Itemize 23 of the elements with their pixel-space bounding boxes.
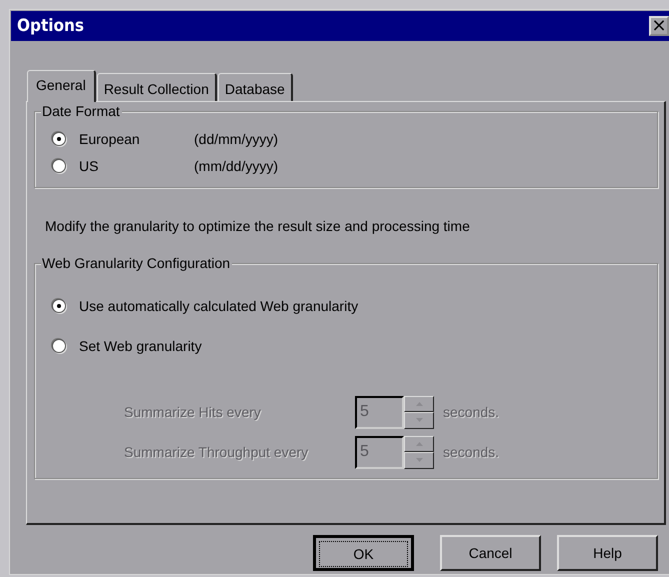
tab[interactable]: Database [218,73,293,101]
radio-label[interactable]: European [79,130,194,146]
radio-button[interactable] [52,299,66,313]
hint-text: Modify the granularity to optimize the result size and processing time [45,218,470,234]
dialog-button[interactable]: OK [313,535,414,571]
format-pattern: (dd/mm/yyyy) [194,130,278,146]
unit-label: seconds. [443,404,500,420]
radio-label[interactable]: Use automatically calculated Web granularity [79,298,358,314]
close-button[interactable]: × [649,16,669,36]
tab[interactable]: General [27,70,96,102]
dialog-button[interactable]: Help [557,535,658,571]
field-label: Summarize Hits every [124,404,262,420]
field-label: Summarize Throughput every [124,444,310,460]
radio-label[interactable]: Set Web granularity [79,338,202,354]
radio-label[interactable]: US [79,158,194,174]
radio-button[interactable] [52,132,66,146]
dialog-button[interactable]: Cancel [440,535,541,571]
format-pattern: (mm/dd/yyyy) [194,158,278,174]
window-title: Options [16,16,84,36]
radio-button[interactable] [52,339,66,353]
tab[interactable]: Result Collection [96,73,217,101]
unit-label: seconds. [443,444,500,460]
radio-button[interactable] [52,158,66,172]
